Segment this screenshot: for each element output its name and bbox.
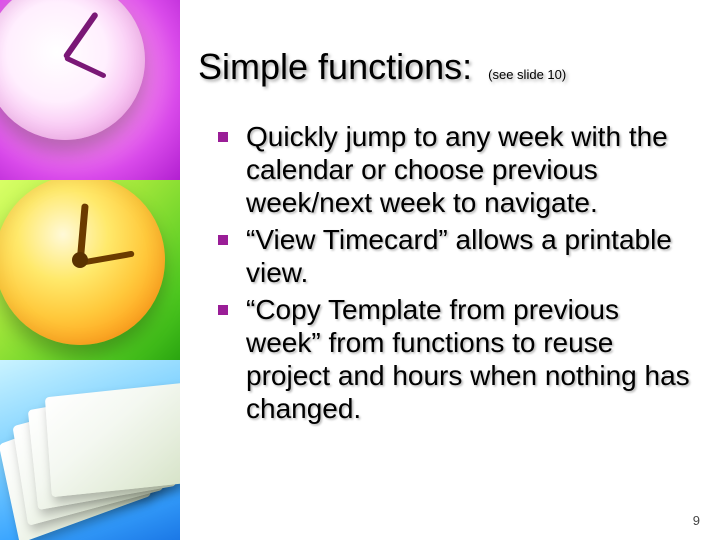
pink-clock-image xyxy=(0,0,180,180)
slide-title: Simple functions: (see slide 10) xyxy=(198,46,696,88)
title-subtitle: (see slide 10) xyxy=(488,67,566,82)
page-number: 9 xyxy=(693,513,700,528)
bullet-item: Quickly jump to any week with the calend… xyxy=(218,120,696,219)
bullet-item: “View Timecard” allows a printable view. xyxy=(218,223,696,289)
yellow-clock-image xyxy=(0,180,180,360)
title-text: Simple functions: xyxy=(198,46,472,87)
decorative-sidebar xyxy=(0,0,180,540)
paper-stack-image xyxy=(0,360,180,540)
bullet-item: “Copy Template from previous week” from … xyxy=(218,293,696,425)
slide: Simple functions: (see slide 10) Quickly… xyxy=(0,0,720,540)
content-area: Simple functions: (see slide 10) Quickly… xyxy=(198,46,696,429)
bullet-list: Quickly jump to any week with the calend… xyxy=(218,120,696,425)
